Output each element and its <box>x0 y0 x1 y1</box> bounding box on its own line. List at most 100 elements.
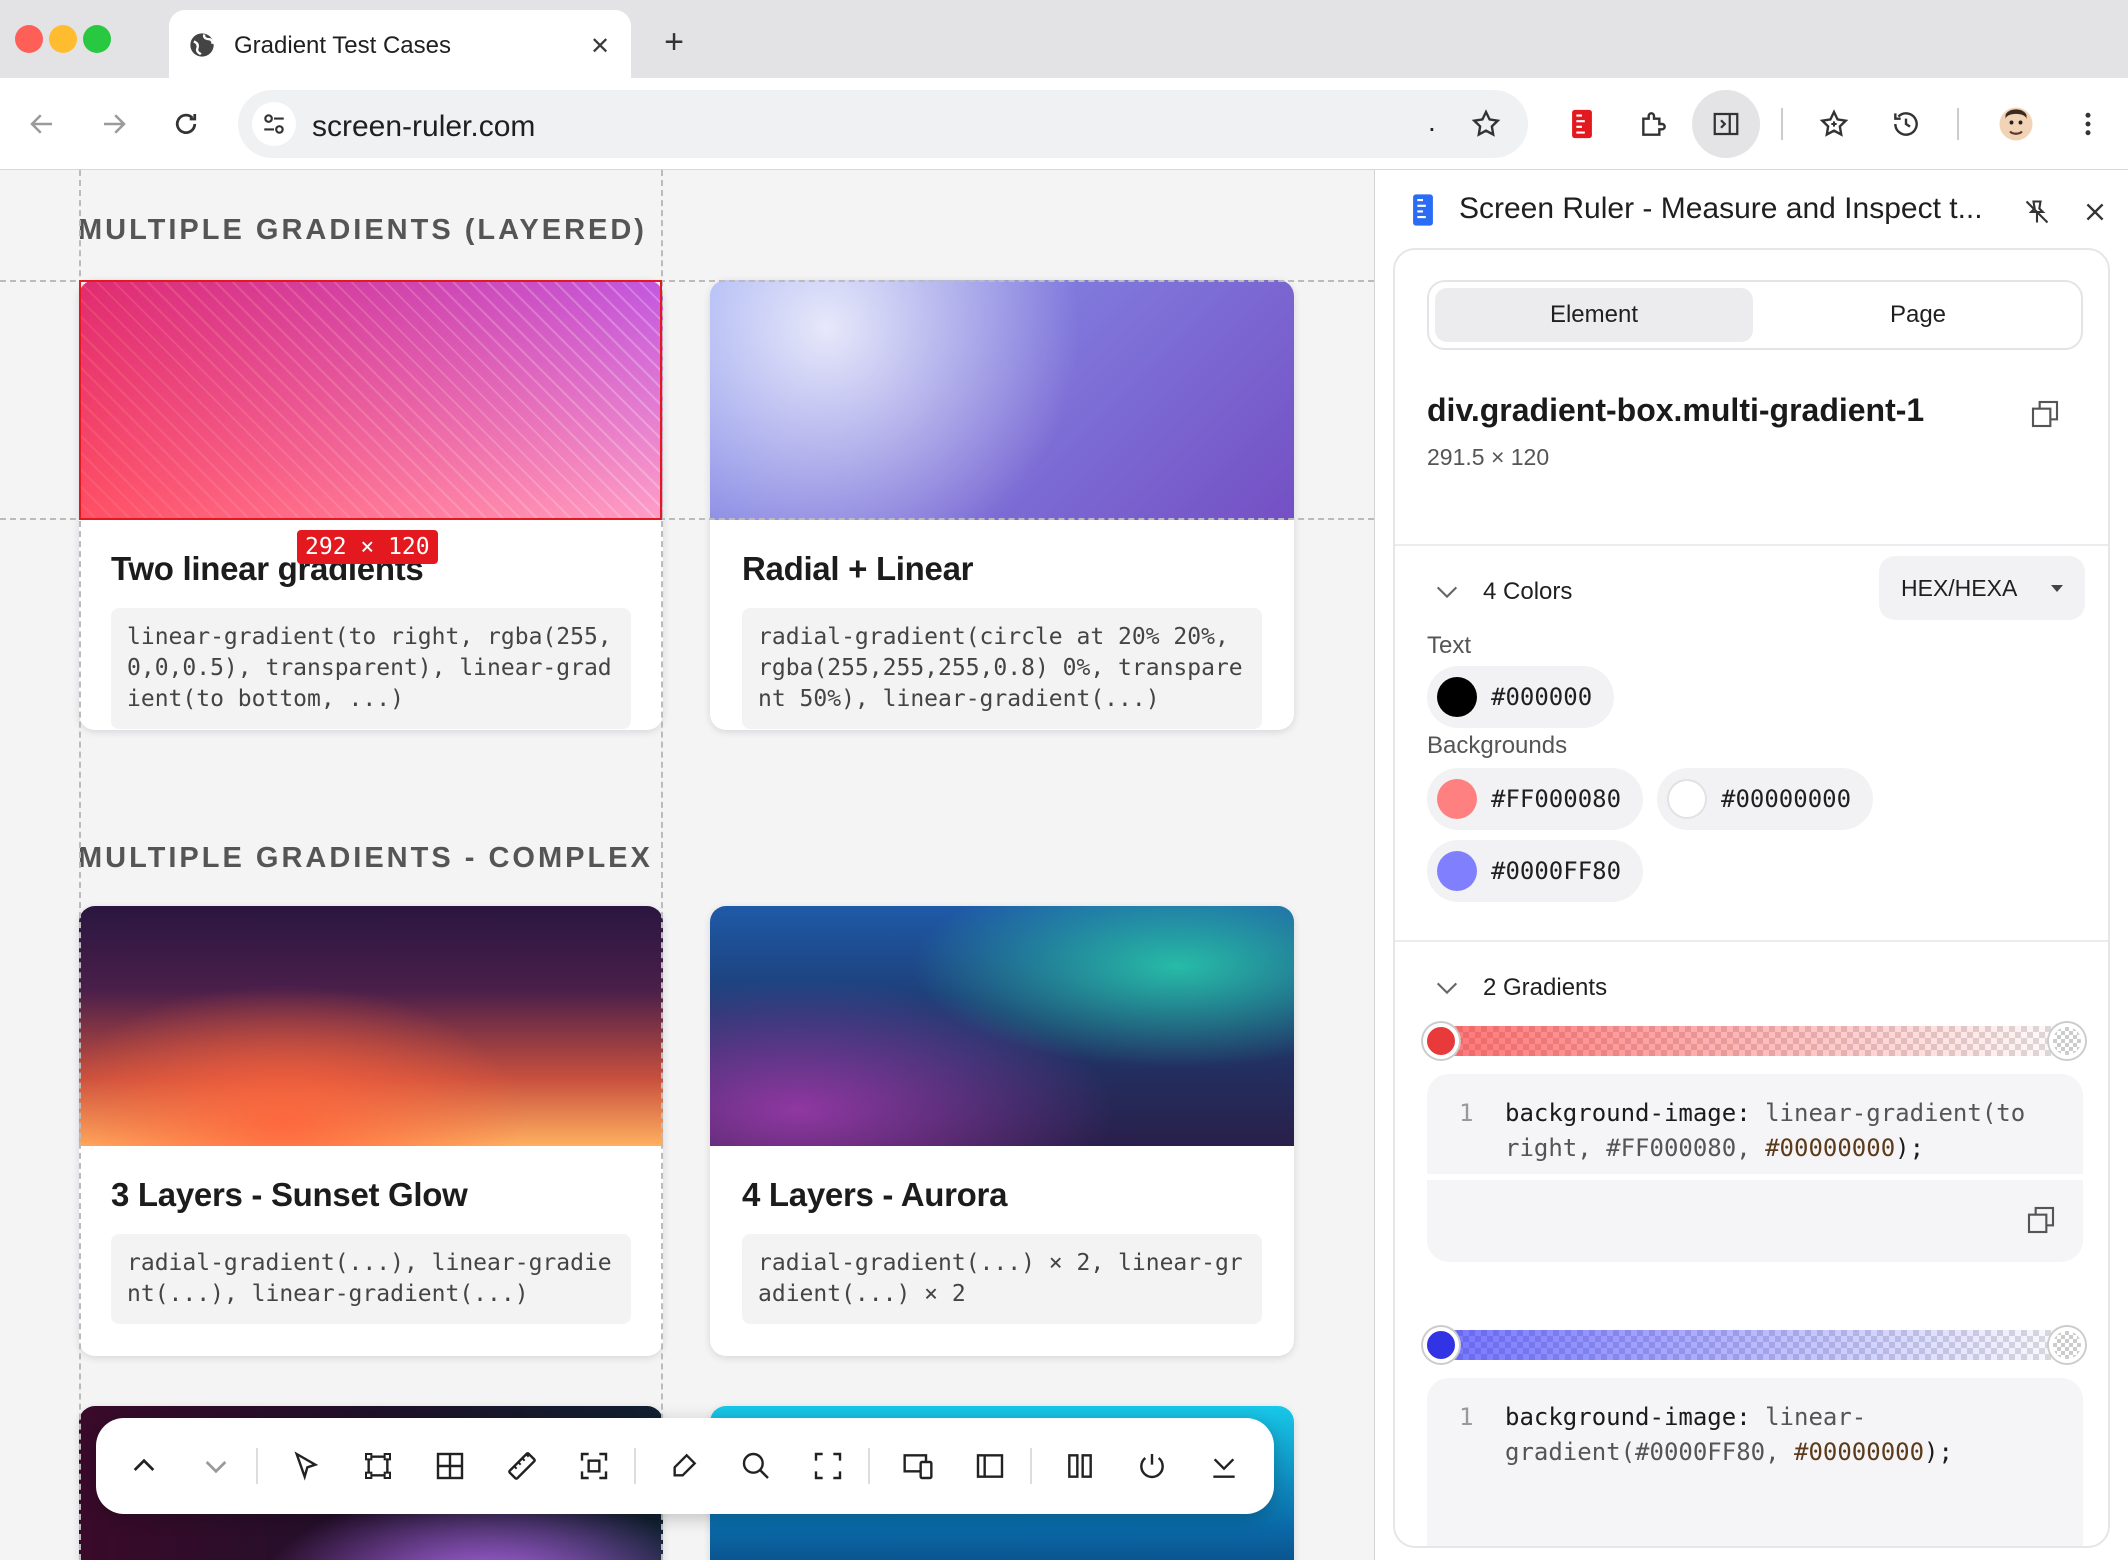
toolbar-separator <box>256 1448 258 1484</box>
grid-icon[interactable] <box>426 1442 474 1490</box>
color-swatch <box>1437 851 1477 891</box>
toolbar-separator <box>634 1448 636 1484</box>
gradient-preview-bar[interactable] <box>1427 1330 2083 1360</box>
collapse-down-icon[interactable] <box>1200 1442 1248 1490</box>
site-settings-icon[interactable] <box>252 102 296 146</box>
tab-page[interactable]: Page <box>1759 288 2077 342</box>
unpin-icon[interactable] <box>2019 194 2055 230</box>
ruler-toolbar <box>96 1418 1274 1514</box>
card-title: 3 Layers - Sunset Glow <box>111 1176 468 1213</box>
columns-icon[interactable] <box>1056 1442 1104 1490</box>
copy-icon[interactable] <box>2025 394 2065 434</box>
code-block: 1 background-image: linear-gradient(to r… <box>1427 1074 2083 1174</box>
color-swatch <box>1437 677 1477 717</box>
responsive-devices-icon[interactable] <box>894 1442 942 1490</box>
color-hex: #FF000080 <box>1491 785 1622 813</box>
web-page: MULTIPLE GRADIENTS (LAYERED) Two linear … <box>0 170 1374 1560</box>
dimension-badge: 292 × 120 <box>297 530 438 564</box>
css-color: #0000FF80, <box>1635 1438 1780 1466</box>
bounding-box-icon[interactable] <box>354 1442 402 1490</box>
css-color: #00000000 <box>1765 1134 1896 1162</box>
card-code: radial-gradient(circle at 20% 20%, rgba(… <box>742 608 1262 729</box>
forward-icon[interactable] <box>94 104 134 144</box>
tab-element[interactable]: Element <box>1435 288 1753 342</box>
address-bar[interactable]: screen-ruler.com . <box>238 90 1528 158</box>
color-swatch <box>1667 779 1707 819</box>
zoom-icon[interactable] <box>732 1442 780 1490</box>
gradient-preview-bar[interactable] <box>1427 1026 2083 1056</box>
copy-icon[interactable] <box>2021 1200 2061 1240</box>
gradient-stop-handle[interactable] <box>1423 1023 1459 1059</box>
text-colors-label: Text <box>1427 632 1472 659</box>
eyedropper-icon[interactable] <box>660 1442 708 1490</box>
gradient-stop-handle[interactable] <box>2049 1327 2085 1363</box>
screen-ruler-extension-icon[interactable] <box>1560 102 1604 146</box>
toolbar-separator <box>1030 1448 1032 1484</box>
spacing-icon[interactable] <box>570 1442 618 1490</box>
sidebar-layout-icon[interactable] <box>966 1442 1014 1490</box>
reload-icon[interactable] <box>166 104 206 144</box>
side-panel-icon[interactable] <box>1692 90 1760 158</box>
color-chip[interactable]: #00000000 <box>1657 768 1874 830</box>
toolbar-separator <box>868 1448 870 1484</box>
chevron-up-icon[interactable] <box>120 1442 168 1490</box>
back-icon[interactable] <box>22 104 62 144</box>
color-chip[interactable]: #000000 <box>1427 666 1615 728</box>
minimize-window-button[interactable] <box>49 25 77 53</box>
close-panel-icon[interactable] <box>2077 194 2113 230</box>
colors-section-header[interactable]: 4 Colors <box>1483 578 1572 606</box>
css-end: ); <box>1895 1134 1925 1162</box>
gradient-card[interactable]: Radial + Linear radial-gradient(circle a… <box>710 280 1294 730</box>
color-hex: #0000FF80 <box>1491 857 1622 885</box>
chevron-down-icon[interactable] <box>1429 970 1465 1006</box>
element-dimensions: 291.5 × 120 <box>1427 444 1550 470</box>
line-number: 1 <box>1459 1403 1474 1431</box>
screen-ruler-logo-icon <box>1405 192 1441 228</box>
gradient-stop-handle[interactable] <box>2049 1023 2085 1059</box>
url-dot: . <box>1428 106 1436 137</box>
color-format-select[interactable]: HEX/HEXA <box>1879 556 2085 620</box>
code-actions <box>1427 1180 2083 1262</box>
close-window-button[interactable] <box>15 25 43 53</box>
profile-avatar[interactable] <box>1994 102 2038 146</box>
css-property: background-image: <box>1505 1403 1751 1431</box>
bookmarks-icon[interactable] <box>1812 102 1856 146</box>
element-selector: div.gradient-box.multi-gradient-1 <box>1427 392 1925 428</box>
new-tab-button[interactable]: + <box>652 20 696 64</box>
card-title: 4 Layers - Aurora <box>742 1176 1008 1213</box>
divider <box>1395 544 2108 546</box>
history-icon[interactable] <box>1884 102 1928 146</box>
tab-title: Gradient Test Cases <box>234 32 451 59</box>
globe-icon <box>187 30 217 60</box>
gradient-card[interactable]: 3 Layers - Sunset Glow radial-gradient(.… <box>79 906 663 1356</box>
chevron-down-icon[interactable] <box>192 1442 240 1490</box>
chevron-down-icon[interactable] <box>1429 574 1465 610</box>
browser-tab[interactable]: Gradient Test Cases ✕ <box>169 10 631 78</box>
fullscreen-icon[interactable] <box>804 1442 852 1490</box>
css-end: ); <box>1924 1438 1953 1466</box>
gradient-swatch[interactable] <box>79 906 663 1146</box>
color-chip[interactable]: #0000FF80 <box>1427 840 1644 902</box>
power-icon[interactable] <box>1128 1442 1176 1490</box>
dropdown-caret-icon <box>2047 578 2067 598</box>
bookmark-star-icon[interactable] <box>1466 104 1506 144</box>
browser-toolbar: screen-ruler.com . <box>0 78 2128 170</box>
gradient-stop-handle[interactable] <box>1423 1327 1459 1363</box>
card-code: radial-gradient(...), linear-gradient(..… <box>111 1234 631 1324</box>
url-text[interactable]: screen-ruler.com <box>312 110 535 144</box>
maximize-window-button[interactable] <box>83 25 111 53</box>
select-cursor-icon[interactable] <box>282 1442 330 1490</box>
close-tab-icon[interactable]: ✕ <box>582 28 618 64</box>
gradients-section-header[interactable]: 2 Gradients <box>1483 974 1607 1002</box>
css-color: #00000000 <box>1794 1438 1925 1466</box>
menu-kebab-icon[interactable] <box>2066 102 2110 146</box>
extensions-puzzle-icon[interactable] <box>1632 102 1676 146</box>
gradient-swatch[interactable] <box>710 280 1294 520</box>
color-format-value: HEX/HEXA <box>1901 574 2018 601</box>
ruler-icon[interactable] <box>498 1442 546 1490</box>
gradient-card[interactable]: 4 Layers - Aurora radial-gradient(...) ×… <box>710 906 1294 1356</box>
color-chip[interactable]: #FF000080 <box>1427 768 1644 830</box>
backgrounds-label: Backgrounds <box>1427 732 1568 759</box>
gradient-swatch[interactable] <box>710 906 1294 1146</box>
inspector-card: Element Page div.gradient-box.multi-grad… <box>1393 248 2110 1548</box>
